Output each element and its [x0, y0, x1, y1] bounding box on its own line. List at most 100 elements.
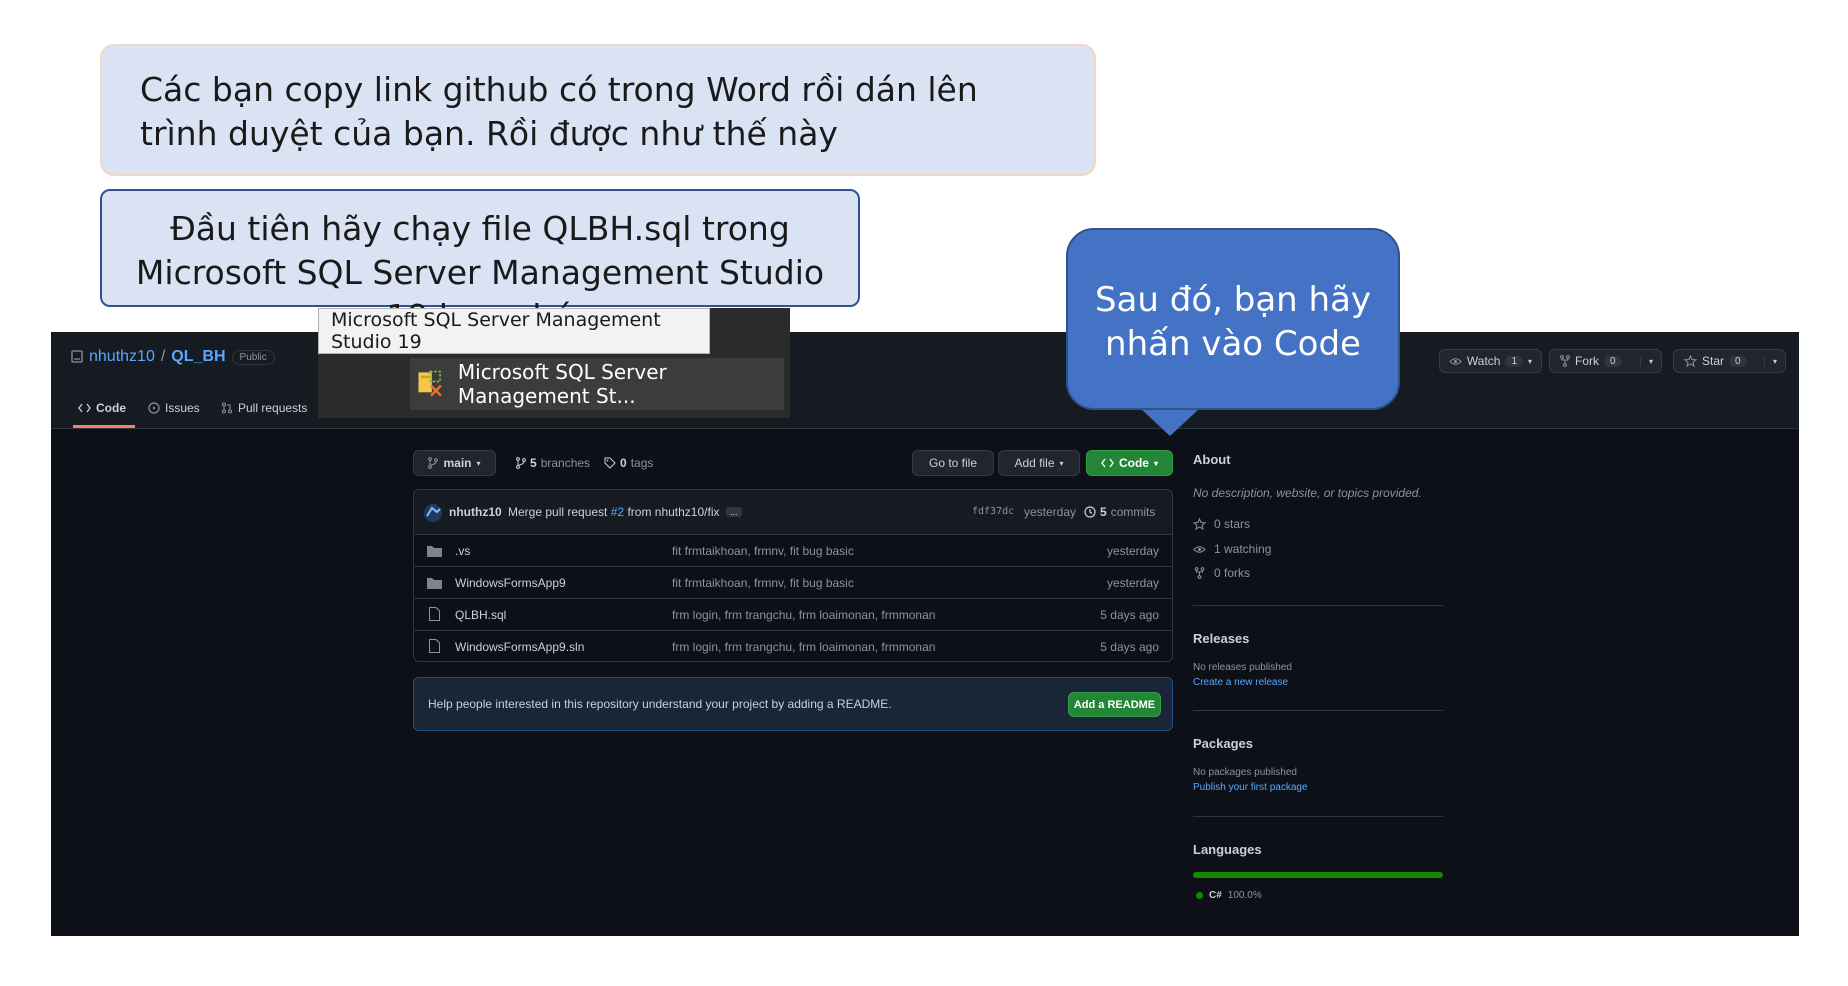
tag-icon [604, 457, 616, 469]
add-file-button[interactable]: Add file ▾ [998, 450, 1080, 476]
language-percent: 100.0% [1227, 890, 1262, 901]
repo-name-link[interactable]: QL_BH [171, 348, 225, 366]
publish-package-link[interactable]: Publish your first package [1193, 782, 1308, 793]
branches-link[interactable]: 5 branches [516, 456, 590, 470]
commit-hash[interactable]: fdf37dc [972, 506, 1014, 517]
stars-link[interactable]: 0 stars [1193, 517, 1250, 531]
file-name[interactable]: WindowsFormsApp9.sln [455, 640, 584, 654]
file-commit-message[interactable]: fit frmtaikhoan, frmnv, fit bug basic [672, 576, 854, 590]
repo-separator: / [160, 348, 166, 365]
sidebar-divider [1193, 710, 1443, 711]
file-date: yesterday [1106, 543, 1159, 558]
tab-code-label: Code [96, 401, 126, 415]
branch-select[interactable]: main ▾ [413, 450, 496, 476]
language-name: C# [1209, 890, 1222, 901]
forks-count: 0 forks [1214, 566, 1251, 580]
watch-label: Watch [1466, 354, 1501, 368]
watching-link[interactable]: 1 watching [1193, 542, 1271, 556]
tab-pull-requests[interactable]: Pull requests [221, 401, 307, 415]
tab-issues[interactable]: Issues [148, 401, 200, 415]
ssms-app-entry[interactable]: Microsoft SQL Server Management St... [410, 358, 784, 410]
repo-header: nhuthz10 / QL_BH Public Code Issues Pull… [51, 332, 1799, 429]
create-release-link[interactable]: Create a new release [1193, 677, 1288, 688]
file-commit-message[interactable]: fit frmtaikhoan, frmnv, fit bug basic [672, 544, 854, 558]
branches-label: branches [540, 456, 591, 470]
code-button[interactable]: Code ▾ [1086, 450, 1173, 476]
commits-link[interactable]: 5 commits [1084, 505, 1155, 519]
fork-icon [1560, 355, 1570, 367]
latest-commit-bar: nhuthz10 Merge pull request #2 from nhut… [414, 490, 1172, 534]
language-item-csharp[interactable]: C# 100.0% [1196, 890, 1262, 901]
file-commit-message[interactable]: frm login, frm trangchu, frm loaimonan, … [672, 608, 935, 622]
releases-title[interactable]: Releases [1193, 631, 1249, 646]
eye-outline-icon [1193, 545, 1206, 553]
star-menu-chevron-icon[interactable]: ▾ [1763, 356, 1777, 366]
file-table: nhuthz10 Merge pull request #2 from nhut… [413, 489, 1173, 662]
fork-button[interactable]: Fork 0 ▾ [1549, 349, 1662, 373]
forks-link[interactable]: 0 forks [1193, 566, 1250, 580]
sidebar-divider [1193, 816, 1443, 817]
go-to-file-button[interactable]: Go to file [912, 450, 994, 476]
file-commit-message[interactable]: frm login, frm trangchu, frm loaimonan, … [672, 640, 935, 654]
readme-banner: Help people interested in this repositor… [413, 677, 1173, 731]
branch-icon [428, 457, 439, 469]
pull-request-icon [222, 402, 232, 414]
tab-code[interactable]: Code [78, 401, 126, 415]
add-readme-button[interactable]: Add a README [1068, 692, 1161, 717]
star-outline-icon [1193, 518, 1206, 530]
callout-pointer [1140, 408, 1200, 436]
folder-icon [427, 578, 442, 589]
language-bar [1193, 872, 1443, 878]
file-icon [429, 639, 440, 653]
callout-click-code: Sau đó, bạn hãy nhấn vào Code [1066, 228, 1400, 410]
tab-issues-label: Issues [165, 401, 200, 415]
releases-empty-text: No releases published [1193, 662, 1292, 673]
file-row[interactable]: .vs fit frmtaikhoan, frmnv, fit bug basi… [414, 534, 1172, 566]
issue-icon [148, 402, 160, 414]
language-bar-fill-csharp [1193, 872, 1443, 878]
visibility-badge: Public [231, 349, 275, 365]
instruction-note-copy-link: Các bạn copy link github có trong Word r… [100, 44, 1096, 176]
sidebar-divider [1193, 605, 1443, 606]
github-repo-page: nhuthz10 / QL_BH Public Code Issues Pull… [51, 332, 1799, 936]
fork-menu-chevron-icon[interactable]: ▾ [1639, 356, 1653, 366]
code-icon [78, 403, 91, 413]
branch-chevron-icon: ▾ [476, 458, 481, 468]
star-icon [1684, 355, 1697, 367]
author-avatar[interactable] [424, 504, 442, 522]
watch-button[interactable]: Watch 1 ▾ [1439, 349, 1542, 373]
eye-icon [1449, 357, 1462, 365]
branches-icon [516, 457, 526, 469]
file-name[interactable]: QLBH.sql [455, 608, 506, 622]
repo-owner-link[interactable]: nhuthz10 [89, 348, 155, 366]
language-dot-icon [1196, 892, 1203, 899]
tags-label: tags [630, 456, 654, 470]
commit-expand-button[interactable]: ... [726, 507, 742, 517]
tags-link[interactable]: 0 tags [604, 456, 653, 470]
folder-icon [427, 546, 442, 557]
branches-count: 5 [530, 456, 537, 470]
star-button[interactable]: Star 0 ▾ [1673, 349, 1786, 373]
file-row[interactable]: QLBH.sql frm login, frm trangchu, frm lo… [414, 598, 1172, 630]
stars-count: 0 stars [1214, 517, 1251, 531]
add-file-chevron-icon: ▾ [1059, 458, 1064, 468]
chevron-down-icon: ▾ [1528, 356, 1533, 366]
tags-count: 0 [620, 456, 627, 470]
commit-message[interactable]: Merge pull request #2 from nhuthz10/fix [508, 505, 719, 519]
code-brackets-icon [1101, 458, 1114, 468]
code-button-label: Code [1118, 456, 1149, 470]
commits-label: commits [1110, 505, 1156, 519]
file-name[interactable]: .vs [455, 544, 470, 558]
about-title: About [1193, 452, 1231, 467]
commit-pr-link[interactable]: #2 [611, 505, 624, 519]
packages-title[interactable]: Packages [1193, 736, 1253, 751]
repo-sidebar: About No description, website, or topics… [1193, 452, 1445, 922]
file-row[interactable]: WindowsFormsApp9 fit frmtaikhoan, frmnv,… [414, 566, 1172, 598]
file-name[interactable]: WindowsFormsApp9 [455, 576, 566, 590]
file-date: yesterday [1106, 575, 1159, 590]
tab-pull-requests-label: Pull requests [238, 401, 308, 415]
file-row[interactable]: WindowsFormsApp9.sln frm login, frm tran… [414, 630, 1172, 661]
commit-author[interactable]: nhuthz10 [449, 505, 502, 519]
instruction-note-run-sql: Đầu tiên hãy chạy file QLBH.sql trong Mi… [100, 189, 860, 336]
fork-label: Fork [1575, 354, 1599, 368]
